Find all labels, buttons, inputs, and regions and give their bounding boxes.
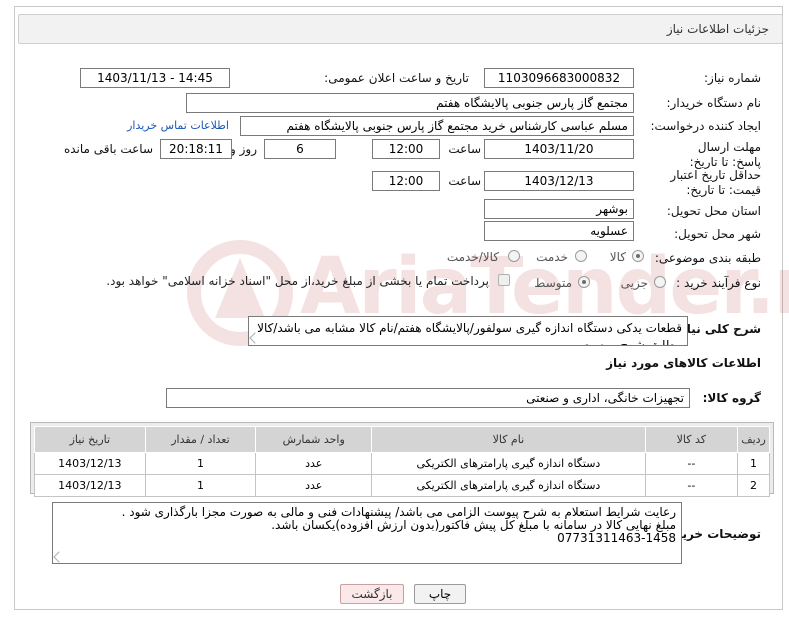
process-radio-minor[interactable] bbox=[654, 276, 666, 288]
cell-row: 1 bbox=[737, 452, 770, 475]
days-label: روز و bbox=[230, 142, 257, 156]
treasury-checkbox[interactable] bbox=[498, 274, 510, 286]
table-row: 2 -- دستگاه اندازه گیری پارامترهای الکتر… bbox=[34, 474, 770, 497]
validity-date-field: 1403/12/13 bbox=[484, 171, 634, 191]
col-name: نام کالا bbox=[371, 426, 646, 453]
validity-time-label: ساعت bbox=[448, 174, 481, 188]
cell-qty: 1 bbox=[144, 474, 257, 497]
need-number-label: شماره نیاز: bbox=[704, 71, 761, 85]
col-row: ردیف bbox=[737, 426, 770, 453]
category-option-goods: کالا bbox=[609, 250, 626, 264]
deadline-label: مهلت ارسال پاسخ: تا تاریخ: bbox=[689, 140, 761, 169]
city-label: شهر محل تحویل: bbox=[674, 227, 761, 241]
table-header-row: ردیف کد کالا نام کالا واحد شمارش تعداد /… bbox=[34, 426, 770, 453]
description-text: قطعات یدکی دستگاه اندازه گیری سولفور/پال… bbox=[257, 321, 682, 346]
cell-name: دستگاه اندازه گیری پارامترهای الکتریکی bbox=[371, 452, 646, 475]
goods-section-title: اطلاعات کالاهای مورد نیاز bbox=[606, 356, 761, 370]
category-option-service: خدمت bbox=[536, 250, 568, 264]
description-field: قطعات یدکی دستگاه اندازه گیری سولفور/پال… bbox=[248, 316, 688, 346]
process-radio-medium[interactable] bbox=[578, 276, 590, 288]
buyer-org-field: مجتمع گاز پارس جنوبی پالایشگاه هفتم bbox=[186, 93, 634, 113]
days-field: 6 bbox=[264, 139, 336, 159]
buyer-org-label: نام دستگاه خریدار: bbox=[666, 96, 762, 110]
buyer-notes-field: رعایت شرایط استعلام به شرح پیوست الزامی … bbox=[52, 502, 682, 564]
cell-unit: عدد bbox=[255, 474, 373, 497]
cell-unit: عدد bbox=[255, 452, 373, 475]
validity-time-field: 12:00 bbox=[372, 171, 440, 191]
category-radio-service[interactable] bbox=[575, 250, 587, 262]
payment-note: پرداخت تمام یا بخشی از مبلغ خرید،از محل … bbox=[106, 274, 489, 288]
process-option-minor: جزیی bbox=[620, 276, 648, 290]
goods-group-field: تجهیزات خانگی، اداری و صنعتی bbox=[166, 388, 690, 408]
col-date: تاریخ نیاز bbox=[34, 426, 146, 453]
cell-row: 2 bbox=[737, 474, 770, 497]
category-radio-goods-service[interactable] bbox=[508, 250, 520, 262]
cell-qty: 1 bbox=[144, 452, 257, 475]
announce-field: 1403/11/13 - 14:45 bbox=[80, 68, 230, 88]
buyer-contact-link[interactable]: اطلاعات تماس خریدار bbox=[127, 119, 229, 132]
col-qty: تعداد / مقدار bbox=[144, 426, 257, 453]
deadline-time-field: 12:00 bbox=[372, 139, 440, 159]
category-label: طبقه بندی موضوعی: bbox=[654, 251, 761, 265]
cell-code: -- bbox=[644, 452, 739, 475]
back-button[interactable]: بازگشت bbox=[340, 584, 404, 604]
requester-label: ایجاد کننده درخواست: bbox=[650, 119, 761, 133]
requester-field: مسلم عباسی کارشناس خرید مجتمع گاز پارس ج… bbox=[240, 116, 634, 136]
process-label: نوع فرآیند خرید : bbox=[676, 276, 761, 290]
print-button[interactable]: چاپ bbox=[414, 584, 466, 604]
validity-label: حداقل تاریخ اعتبار قیمت: تا تاریخ: bbox=[670, 168, 761, 197]
process-option-medium: متوسط bbox=[534, 276, 572, 290]
deadline-date-field: 1403/11/20 bbox=[484, 139, 634, 159]
announce-label: تاریخ و ساعت اعلان عمومی: bbox=[324, 71, 469, 85]
buyer-notes-line-3: 07731311463-1458 bbox=[557, 531, 676, 545]
items-table: ردیف کد کالا نام کالا واحد شمارش تعداد /… bbox=[34, 426, 770, 497]
deadline-time-label: ساعت bbox=[448, 142, 481, 156]
col-code: کد کالا bbox=[644, 426, 739, 453]
province-label: استان محل تحویل: bbox=[666, 204, 761, 218]
province-field: بوشهر bbox=[484, 199, 634, 219]
remaining-label: ساعت باقی مانده bbox=[63, 142, 153, 156]
page-title: جزئیات اطلاعات نیاز bbox=[666, 22, 769, 36]
table-row: 1 -- دستگاه اندازه گیری پارامترهای الکتر… bbox=[34, 452, 770, 475]
cell-name: دستگاه اندازه گیری پارامترهای الکتریکی bbox=[371, 474, 646, 497]
col-unit: واحد شمارش bbox=[255, 426, 373, 453]
remaining-time-field: 20:18:11 bbox=[160, 139, 232, 159]
city-field: عسلویه bbox=[484, 221, 634, 241]
goods-group-label: گروه کالا: bbox=[702, 391, 761, 405]
category-option-goods-service: کالا/خدمت bbox=[446, 250, 499, 264]
items-table-wrap: ردیف کد کالا نام کالا واحد شمارش تعداد /… bbox=[30, 422, 774, 497]
cell-date: 1403/12/13 bbox=[34, 452, 146, 475]
cell-date: 1403/12/13 bbox=[34, 474, 146, 497]
category-radio-goods[interactable] bbox=[632, 250, 644, 262]
need-number-field: 1103096683000832 bbox=[484, 68, 634, 88]
cell-code: -- bbox=[644, 474, 739, 497]
